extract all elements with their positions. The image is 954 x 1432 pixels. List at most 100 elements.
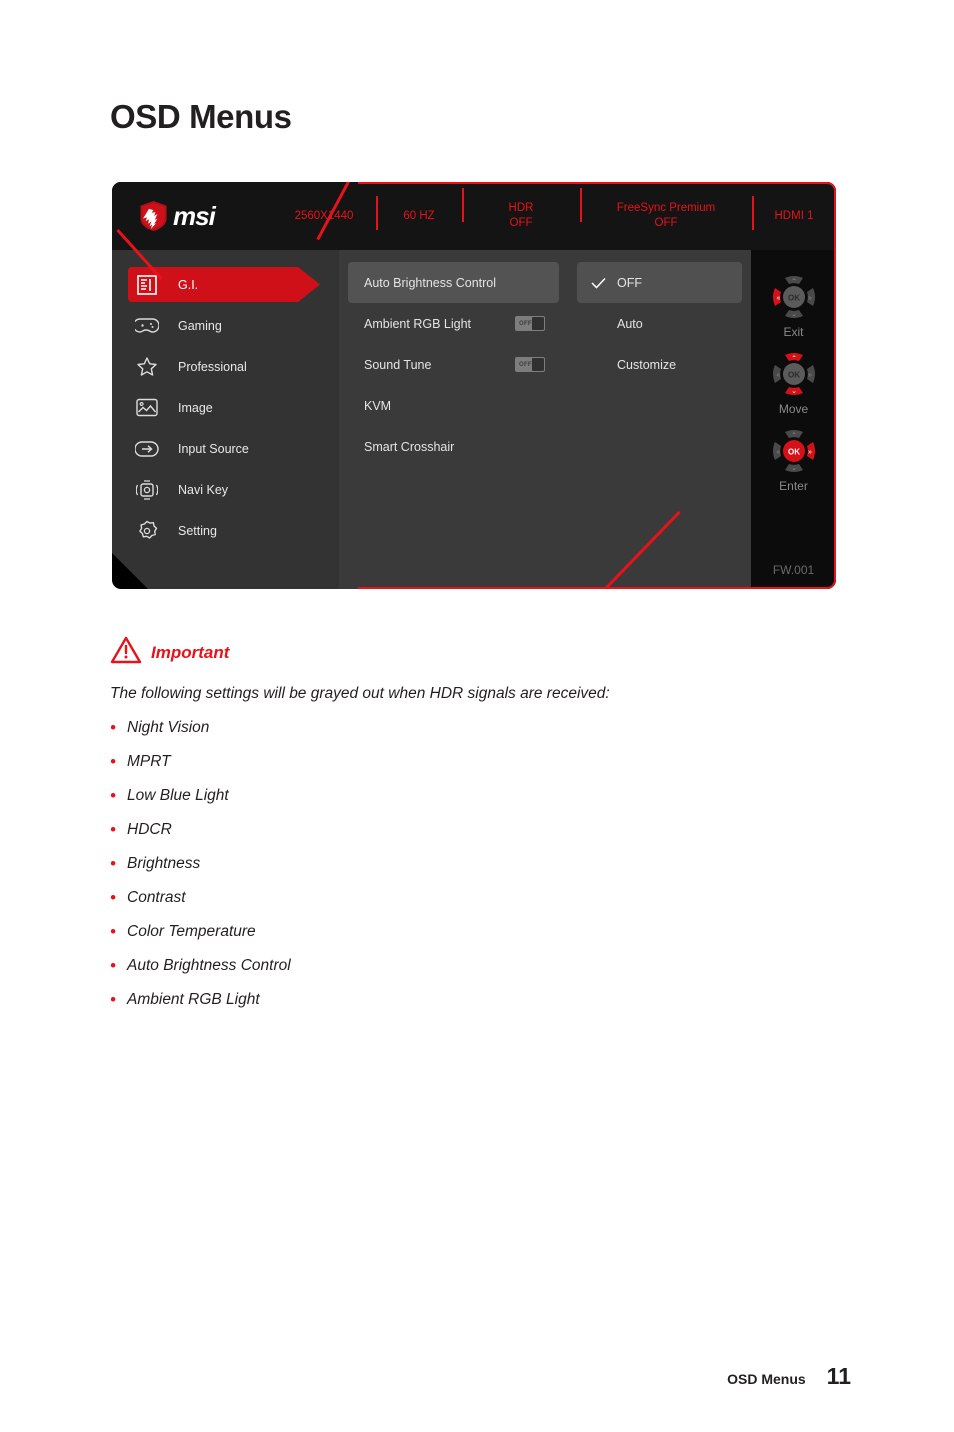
submenu-item-sound-tune[interactable]: Sound Tune OFF	[348, 344, 559, 385]
osd-top-status-bar: msi 2560X1440 60 HZ HDR OFF FreeSync Pre…	[112, 182, 836, 250]
status-resolution: 2560X1440	[272, 209, 376, 224]
sidebar-item-label: G.I.	[178, 277, 199, 292]
svg-text:»: »	[808, 372, 812, 379]
svg-text:«: «	[776, 295, 780, 302]
list-item: Contrast	[110, 888, 810, 908]
page-title: OSD Menus	[110, 98, 292, 135]
status-hdr: HDR OFF	[462, 188, 580, 231]
page-footer: OSD Menus 11	[727, 1363, 851, 1390]
important-lead-text: The following settings will be grayed ou…	[110, 685, 610, 702]
svg-text:OK: OK	[788, 371, 800, 380]
list-item: Low Blue Light	[110, 786, 810, 806]
status-refresh-rate-value: 60 HZ	[403, 209, 435, 222]
list-item: MPRT	[110, 752, 810, 772]
status-input-value: HDMI 1	[774, 209, 814, 222]
toggle-knob	[532, 317, 544, 330]
svg-text:⌄: ⌄	[791, 311, 797, 318]
sidebar-item-gi[interactable]: G.I.	[112, 264, 339, 305]
submenu-item-label: Sound Tune	[364, 357, 432, 372]
sidebar-item-professional[interactable]: Professional	[112, 346, 339, 387]
dpad-exit-icon: OK « » ⌃ ⌄	[767, 270, 821, 324]
svg-text:⌄: ⌄	[791, 465, 797, 472]
submenu-item-smart-crosshair[interactable]: Smart Crosshair	[348, 426, 559, 467]
warning-triangle-icon	[110, 636, 142, 669]
option-item-label: Customize	[617, 357, 677, 372]
submenu-item-kvm[interactable]: KVM	[348, 385, 559, 426]
status-resolution-value: 2560X1440	[294, 209, 354, 222]
sidebar-item-setting[interactable]: Setting	[112, 510, 339, 551]
submenu-item-label: Ambient RGB Light	[364, 316, 471, 331]
footer-page-number: 11	[826, 1363, 851, 1389]
osd-submenu-column: Auto Brightness Control Ambient RGB Ligh…	[339, 250, 568, 589]
option-item-label: OFF	[617, 275, 642, 290]
osd-body: G.I. Gaming Professional Image Input Sou…	[112, 250, 836, 589]
svg-text:»: »	[808, 295, 812, 302]
submenu-item-auto-brightness-control[interactable]: Auto Brightness Control	[348, 262, 559, 303]
sidebar-item-gaming[interactable]: Gaming	[112, 305, 339, 346]
osd-navigation-panel: OK « » ⌃ ⌄ Exit OK « » ⌃ ⌄ Move OK « » ⌃…	[751, 250, 836, 589]
important-header: Important	[110, 636, 810, 669]
picture-icon	[134, 395, 160, 421]
sidebar-item-label: Navi Key	[178, 482, 229, 497]
gamepad-icon	[134, 313, 160, 339]
sidebar-item-input-source[interactable]: Input Source	[112, 428, 339, 469]
firmware-version: FW.001	[772, 563, 815, 577]
list-item: Night Vision	[110, 718, 810, 738]
svg-text:⌃: ⌃	[791, 355, 797, 363]
status-input: HDMI 1	[752, 195, 836, 230]
ambient-rgb-light-toggle[interactable]: OFF	[515, 316, 545, 331]
nav-key-move[interactable]: OK « » ⌃ ⌄ Move	[767, 347, 821, 416]
svg-text:OK: OK	[788, 294, 800, 303]
option-item-auto[interactable]: Auto	[577, 303, 742, 344]
star-icon	[134, 354, 160, 380]
svg-text:«: «	[776, 372, 780, 379]
status-freesync-value: OFF	[654, 217, 678, 229]
nav-key-caption: Exit	[783, 325, 804, 339]
list-item: Auto Brightness Control	[110, 956, 810, 976]
submenu-item-label: KVM	[364, 398, 392, 413]
submenu-item-label: Smart Crosshair	[364, 439, 455, 454]
important-bullet-list: Night Vision MPRT Low Blue Light HDCR Br…	[110, 718, 810, 1010]
osd-sidebar: G.I. Gaming Professional Image Input Sou…	[112, 250, 339, 589]
status-refresh-rate: 60 HZ	[376, 195, 462, 230]
toggle-knob	[532, 358, 544, 371]
sidebar-item-label: Input Source	[178, 441, 249, 456]
status-hdr-value: OFF	[509, 217, 533, 229]
footer-section-label: OSD Menus	[727, 1371, 806, 1387]
sidebar-item-navi-key[interactable]: Navi Key	[112, 469, 339, 510]
option-item-label: Auto	[617, 316, 643, 331]
sound-tune-toggle[interactable]: OFF	[515, 357, 545, 372]
important-title: Important	[151, 642, 230, 662]
status-freesync: FreeSync Premium OFF	[580, 188, 752, 231]
nav-key-caption: Move	[778, 402, 809, 416]
important-note: Important The following settings will be…	[110, 636, 810, 1025]
gear-icon	[134, 518, 160, 544]
nav-key-exit[interactable]: OK « » ⌃ ⌄ Exit	[767, 270, 821, 339]
svg-text:OK: OK	[788, 448, 800, 457]
list-item: HDCR	[110, 820, 810, 840]
nav-key-enter[interactable]: OK « » ⌃ ⌄ Enter	[767, 424, 821, 493]
sidebar-item-label: Gaming	[178, 318, 222, 333]
sidebar-item-image[interactable]: Image	[112, 387, 339, 428]
dpad-move-icon: OK « » ⌃ ⌄	[767, 347, 821, 401]
svg-text:⌄: ⌄	[791, 388, 797, 395]
svg-text:»: »	[808, 449, 812, 456]
check-icon	[591, 277, 609, 289]
osd-options-column: OFF Auto Customize	[568, 250, 751, 589]
osd-menu-window: msi 2560X1440 60 HZ HDR OFF FreeSync Pre…	[112, 182, 836, 589]
submenu-item-ambient-rgb-light[interactable]: Ambient RGB Light OFF	[348, 303, 559, 344]
list-item: Brightness	[110, 854, 810, 874]
msi-logo: msi	[112, 182, 272, 250]
list-item: Ambient RGB Light	[110, 990, 810, 1010]
svg-text:⌃: ⌃	[791, 432, 797, 440]
toggle-state-label: OFF	[519, 361, 532, 368]
nav-key-caption: Enter	[779, 479, 808, 493]
msi-wordmark: msi	[173, 200, 216, 231]
svg-text:⌃: ⌃	[791, 278, 797, 286]
svg-text:«: «	[776, 449, 780, 456]
option-item-customize[interactable]: Customize	[577, 344, 742, 385]
status-hdr-label: HDR	[508, 202, 534, 214]
submenu-item-label: Auto Brightness Control	[364, 275, 497, 290]
osd-status-items: 2560X1440 60 HZ HDR OFF FreeSync Premium…	[272, 182, 836, 250]
option-item-off[interactable]: OFF	[577, 262, 742, 303]
